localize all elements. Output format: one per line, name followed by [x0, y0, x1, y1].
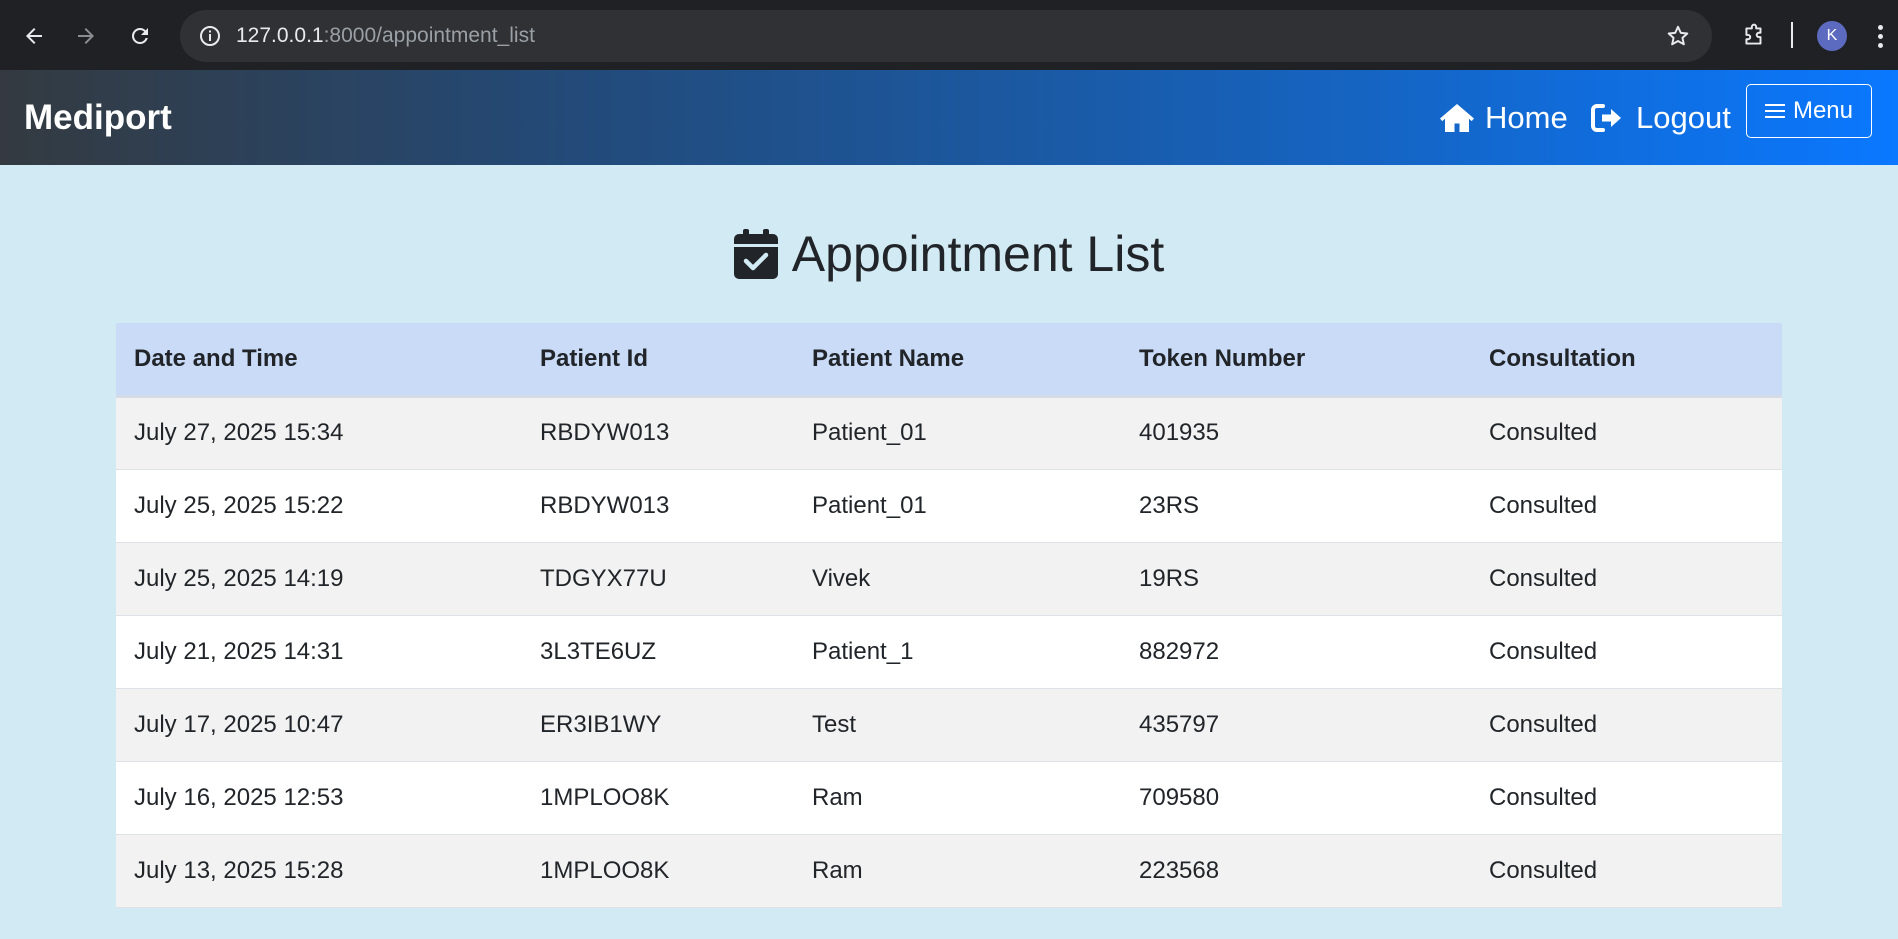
logout-link-label: Logout — [1636, 100, 1731, 135]
cell-token-number: 435797 — [1139, 710, 1220, 738]
cell-patient-id: ER3IB1WY — [540, 710, 662, 738]
kebab-dot — [1877, 33, 1883, 39]
site-info-button[interactable] — [192, 18, 228, 54]
cell-token-number: 223568 — [1139, 856, 1220, 884]
cell-patient-name: Ram — [812, 783, 863, 811]
cell-date-time: July 25, 2025 15:22 — [134, 491, 344, 519]
bookmark-button[interactable] — [1664, 22, 1692, 50]
back-button[interactable] — [12, 14, 56, 58]
cell-consultation: Consulted — [1489, 856, 1598, 884]
table-header: Date and Time Patient Id Patient Name To… — [116, 323, 1782, 398]
cell-patient-id: 3L3TE6UZ — [540, 637, 657, 665]
cell-date-time: July 27, 2025 15:34 — [134, 419, 344, 446]
column-header-patient-id: Patient Id — [522, 323, 794, 398]
cell-consultation: Consulted — [1489, 637, 1598, 665]
extensions-button[interactable] — [1736, 18, 1772, 54]
appointment-table: Date and Time Patient Id Patient Name To… — [116, 323, 1782, 908]
kebab-dot — [1877, 24, 1883, 30]
profile-avatar[interactable]: K — [1817, 21, 1847, 51]
address-bar[interactable]: 127.0.0.1:8000/appointment_list — [180, 10, 1712, 62]
toolbar-divider — [1791, 22, 1793, 48]
reload-button[interactable] — [118, 14, 162, 58]
cell-date-time: July 13, 2025 15:28 — [134, 856, 344, 884]
page-title: Appointment List — [0, 225, 1898, 283]
cell-patient-name: Patient_1 — [812, 637, 914, 665]
cell-token-number: 23RS — [1139, 491, 1200, 519]
info-icon — [200, 26, 220, 46]
star-icon — [1667, 25, 1689, 46]
arrow-left-icon — [26, 28, 42, 44]
home-icon — [1440, 104, 1474, 132]
cell-date-time: July 16, 2025 12:53 — [134, 783, 344, 811]
cell-token-number: 401935 — [1139, 419, 1220, 446]
cell-token-number: 709580 — [1139, 783, 1220, 811]
logout-link[interactable]: Logout — [1590, 100, 1731, 136]
table-row: July 17, 2025 10:47 ER3IB1WY Test 435797… — [116, 688, 1782, 761]
reload-icon — [132, 28, 148, 44]
app-navbar: Mediport Home Logout Menu — [0, 70, 1898, 165]
cell-patient-name: Patient_01 — [812, 419, 927, 446]
table-row: July 21, 2025 14:31 3L3TE6UZ Patient_1 8… — [116, 615, 1782, 688]
brand-logo[interactable]: Mediport — [24, 98, 172, 138]
menu-button-label: Menu — [1792, 97, 1854, 124]
arrow-right-icon — [78, 28, 94, 44]
table-row: July 27, 2025 15:34 RBDYW013 Patient_01 … — [116, 396, 1782, 469]
cell-date-time: July 25, 2025 14:19 — [134, 564, 344, 592]
cell-patient-id: RBDYW013 — [540, 491, 670, 519]
table-row: July 25, 2025 14:19 TDGYX77U Vivek 19RS … — [116, 542, 1782, 615]
home-link-label: Home — [1485, 100, 1568, 135]
kebab-dot — [1877, 42, 1883, 48]
cell-patient-name: Test — [812, 710, 857, 738]
table-header-row: Date and Time Patient Id Patient Name To… — [116, 323, 1782, 398]
column-header-consultation: Consultation — [1471, 323, 1782, 398]
calendar-check-icon — [733, 229, 778, 279]
cell-patient-name: Patient_01 — [812, 491, 927, 519]
column-header-token-number: Token Number — [1121, 323, 1471, 398]
url-path: :8000/appointment_list — [323, 24, 535, 47]
cell-token-number: 882972 — [1139, 637, 1220, 665]
browser-toolbar: 127.0.0.1:8000/appointment_list K — [0, 0, 1898, 70]
table-row: July 13, 2025 15:28 1MPLOO8K Ram 223568 … — [116, 834, 1782, 907]
cell-consultation: Consulted — [1489, 491, 1598, 519]
cell-token-number: 19RS — [1139, 564, 1200, 592]
table-row: July 16, 2025 12:53 1MPLOO8K Ram 709580 … — [116, 761, 1782, 834]
home-link[interactable]: Home — [1439, 100, 1568, 136]
cell-consultation: Consulted — [1489, 564, 1598, 592]
cell-patient-id: 1MPLOO8K — [540, 783, 670, 811]
table-body: July 27, 2025 15:34 RBDYW013 Patient_01 … — [116, 396, 1782, 907]
sign-out-icon — [1591, 104, 1621, 132]
cell-patient-id: 1MPLOO8K — [540, 856, 670, 884]
column-header-patient-name: Patient Name — [794, 323, 1121, 398]
column-header-date-time: Date and Time — [116, 323, 522, 398]
hamburger-icon — [1764, 104, 1785, 118]
forward-button[interactable] — [64, 14, 108, 58]
puzzle-icon — [1745, 23, 1762, 45]
cell-patient-name: Vivek — [812, 564, 871, 592]
cell-date-time: July 21, 2025 14:31 — [134, 637, 344, 665]
cell-consultation: Consulted — [1489, 419, 1598, 446]
cell-patient-id: TDGYX77U — [540, 564, 667, 592]
cell-consultation: Consulted — [1489, 710, 1598, 738]
table-row: July 25, 2025 15:22 RBDYW013 Patient_01 … — [116, 469, 1782, 542]
page-title-text: Appointment List — [791, 226, 1165, 282]
appointment-table-container: Date and Time Patient Id Patient Name To… — [116, 323, 1782, 908]
cell-consultation: Consulted — [1489, 783, 1598, 811]
browser-menu-button[interactable] — [1870, 18, 1890, 54]
cell-patient-id: RBDYW013 — [540, 419, 670, 446]
menu-button[interactable]: Menu — [1746, 84, 1872, 138]
cell-patient-name: Ram — [812, 856, 863, 884]
cell-date-time: July 17, 2025 10:47 — [134, 710, 344, 738]
url-host: 127.0.0.1 — [236, 24, 324, 47]
url-text[interactable]: 127.0.0.1:8000/appointment_list — [236, 24, 535, 48]
